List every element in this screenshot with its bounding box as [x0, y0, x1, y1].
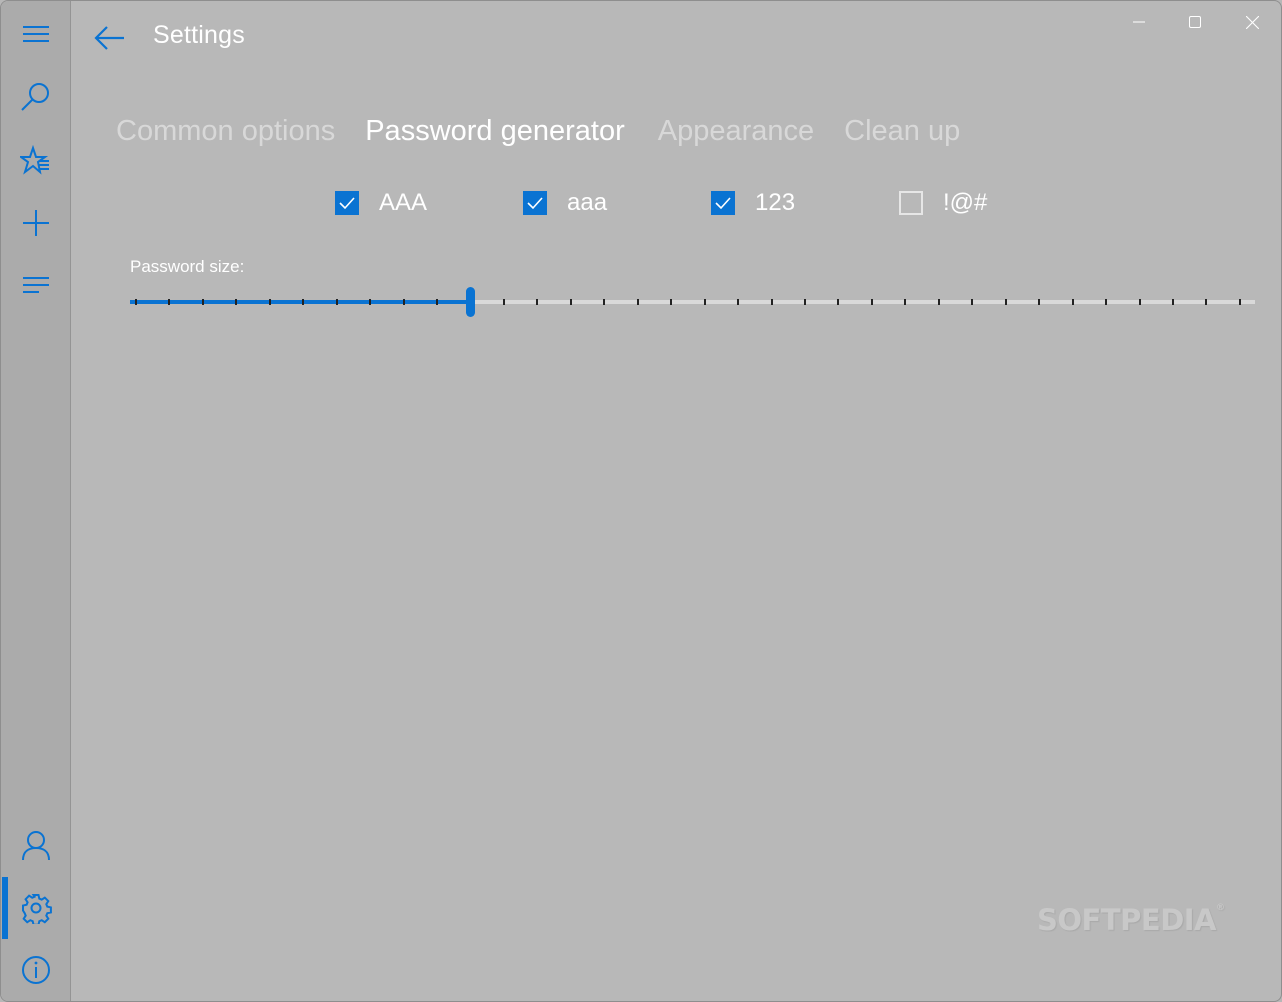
slider-tick — [938, 299, 940, 305]
slider-tick — [971, 299, 973, 305]
slider-tick — [1239, 299, 1241, 305]
watermark-text: SOFTPEDIA — [1037, 903, 1217, 937]
slider-tick — [135, 299, 137, 305]
slider-tick — [235, 299, 237, 305]
tab-clean-up[interactable]: Clean up — [844, 115, 960, 148]
settings-tabs: Common options Password generator Appear… — [116, 115, 960, 148]
hamburger-menu-icon — [22, 26, 49, 42]
checkbox-label: !@# — [943, 189, 988, 216]
slider-tick — [1072, 299, 1074, 305]
checkbox-label: aaa — [567, 189, 608, 216]
watermark-registered-mark: ® — [1216, 903, 1225, 913]
info-icon — [21, 956, 50, 984]
checkmark-icon — [339, 197, 355, 210]
slider-tick — [436, 299, 438, 305]
slider-tick — [1105, 299, 1107, 305]
slider-tick — [871, 299, 873, 305]
digits-checkbox[interactable]: 123 — [711, 189, 795, 217]
sidebar-item-list[interactable] — [1, 259, 70, 311]
symbols-checkbox[interactable]: !@# — [899, 189, 987, 217]
tab-password-generator[interactable]: Password generator — [365, 115, 625, 148]
close-icon — [1245, 15, 1259, 29]
slider-tick — [837, 299, 839, 305]
slider-tick — [804, 299, 806, 305]
slider-tick — [670, 299, 672, 305]
sidebar-item-settings[interactable] — [1, 882, 70, 934]
softpedia-watermark: SOFTPEDIA® — [1037, 903, 1225, 937]
sidebar-item-about[interactable] — [1, 944, 70, 996]
gear-icon — [21, 894, 52, 924]
sidebar-item-menu[interactable] — [1, 9, 70, 61]
maximize-button[interactable] — [1173, 7, 1217, 37]
checkbox-box[interactable] — [899, 191, 923, 215]
sidebar-item-account[interactable] — [1, 819, 70, 871]
star-list-icon — [19, 145, 49, 175]
checkbox-label: 123 — [755, 189, 796, 216]
checkbox-box[interactable] — [711, 191, 735, 215]
sidebar — [1, 1, 71, 1001]
search-icon — [20, 83, 49, 111]
checkbox-box[interactable] — [335, 191, 359, 215]
slider-tick — [1172, 299, 1174, 305]
password-size-label: Password size: — [130, 257, 245, 276]
slider-thumb[interactable] — [466, 287, 475, 317]
uppercase-checkbox[interactable]: AAA — [335, 189, 427, 217]
list-icon — [22, 277, 49, 293]
slider-tick — [904, 299, 906, 305]
lowercase-checkbox[interactable]: aaa — [523, 189, 607, 217]
sidebar-item-favorites[interactable] — [1, 135, 70, 187]
slider-tick — [1005, 299, 1007, 305]
checkbox-label: AAA — [379, 189, 428, 216]
checkbox-box[interactable] — [523, 191, 547, 215]
slider-tick — [1038, 299, 1040, 305]
back-button[interactable] — [89, 19, 129, 57]
back-arrow-icon — [94, 26, 124, 50]
slider-tick — [269, 299, 271, 305]
slider-tick — [637, 299, 639, 305]
slider-tick — [704, 299, 706, 305]
slider-tick — [1205, 299, 1207, 305]
minimize-button[interactable] — [1117, 7, 1161, 37]
slider-tick — [202, 299, 204, 305]
checkmark-icon — [527, 197, 543, 210]
slider-tick — [369, 299, 371, 305]
slider-tick — [603, 299, 605, 305]
slider-tick — [302, 299, 304, 305]
user-icon — [21, 831, 50, 861]
sidebar-item-add[interactable] — [1, 197, 70, 249]
slider-tick — [737, 299, 739, 305]
checkmark-icon — [715, 197, 731, 210]
slider-tick — [168, 299, 170, 305]
minimize-icon — [1133, 21, 1145, 23]
slider-tick — [336, 299, 338, 305]
tab-common-options[interactable]: Common options — [116, 115, 335, 148]
slider-tick — [403, 299, 405, 305]
slider-tick — [771, 299, 773, 305]
slider-tick — [536, 299, 538, 305]
plus-icon — [22, 210, 49, 236]
page-title: Settings — [153, 21, 245, 49]
close-button[interactable] — [1230, 7, 1274, 37]
app-window: Settings Common options Password generat… — [0, 0, 1282, 1002]
tab-appearance[interactable]: Appearance — [658, 115, 814, 148]
maximize-icon — [1189, 16, 1201, 28]
password-size-slider[interactable] — [130, 287, 1255, 319]
slider-tick — [570, 299, 572, 305]
sidebar-item-search[interactable] — [1, 71, 70, 123]
slider-tick — [1139, 299, 1141, 305]
slider-track-fill — [130, 300, 470, 304]
slider-tick — [503, 299, 505, 305]
